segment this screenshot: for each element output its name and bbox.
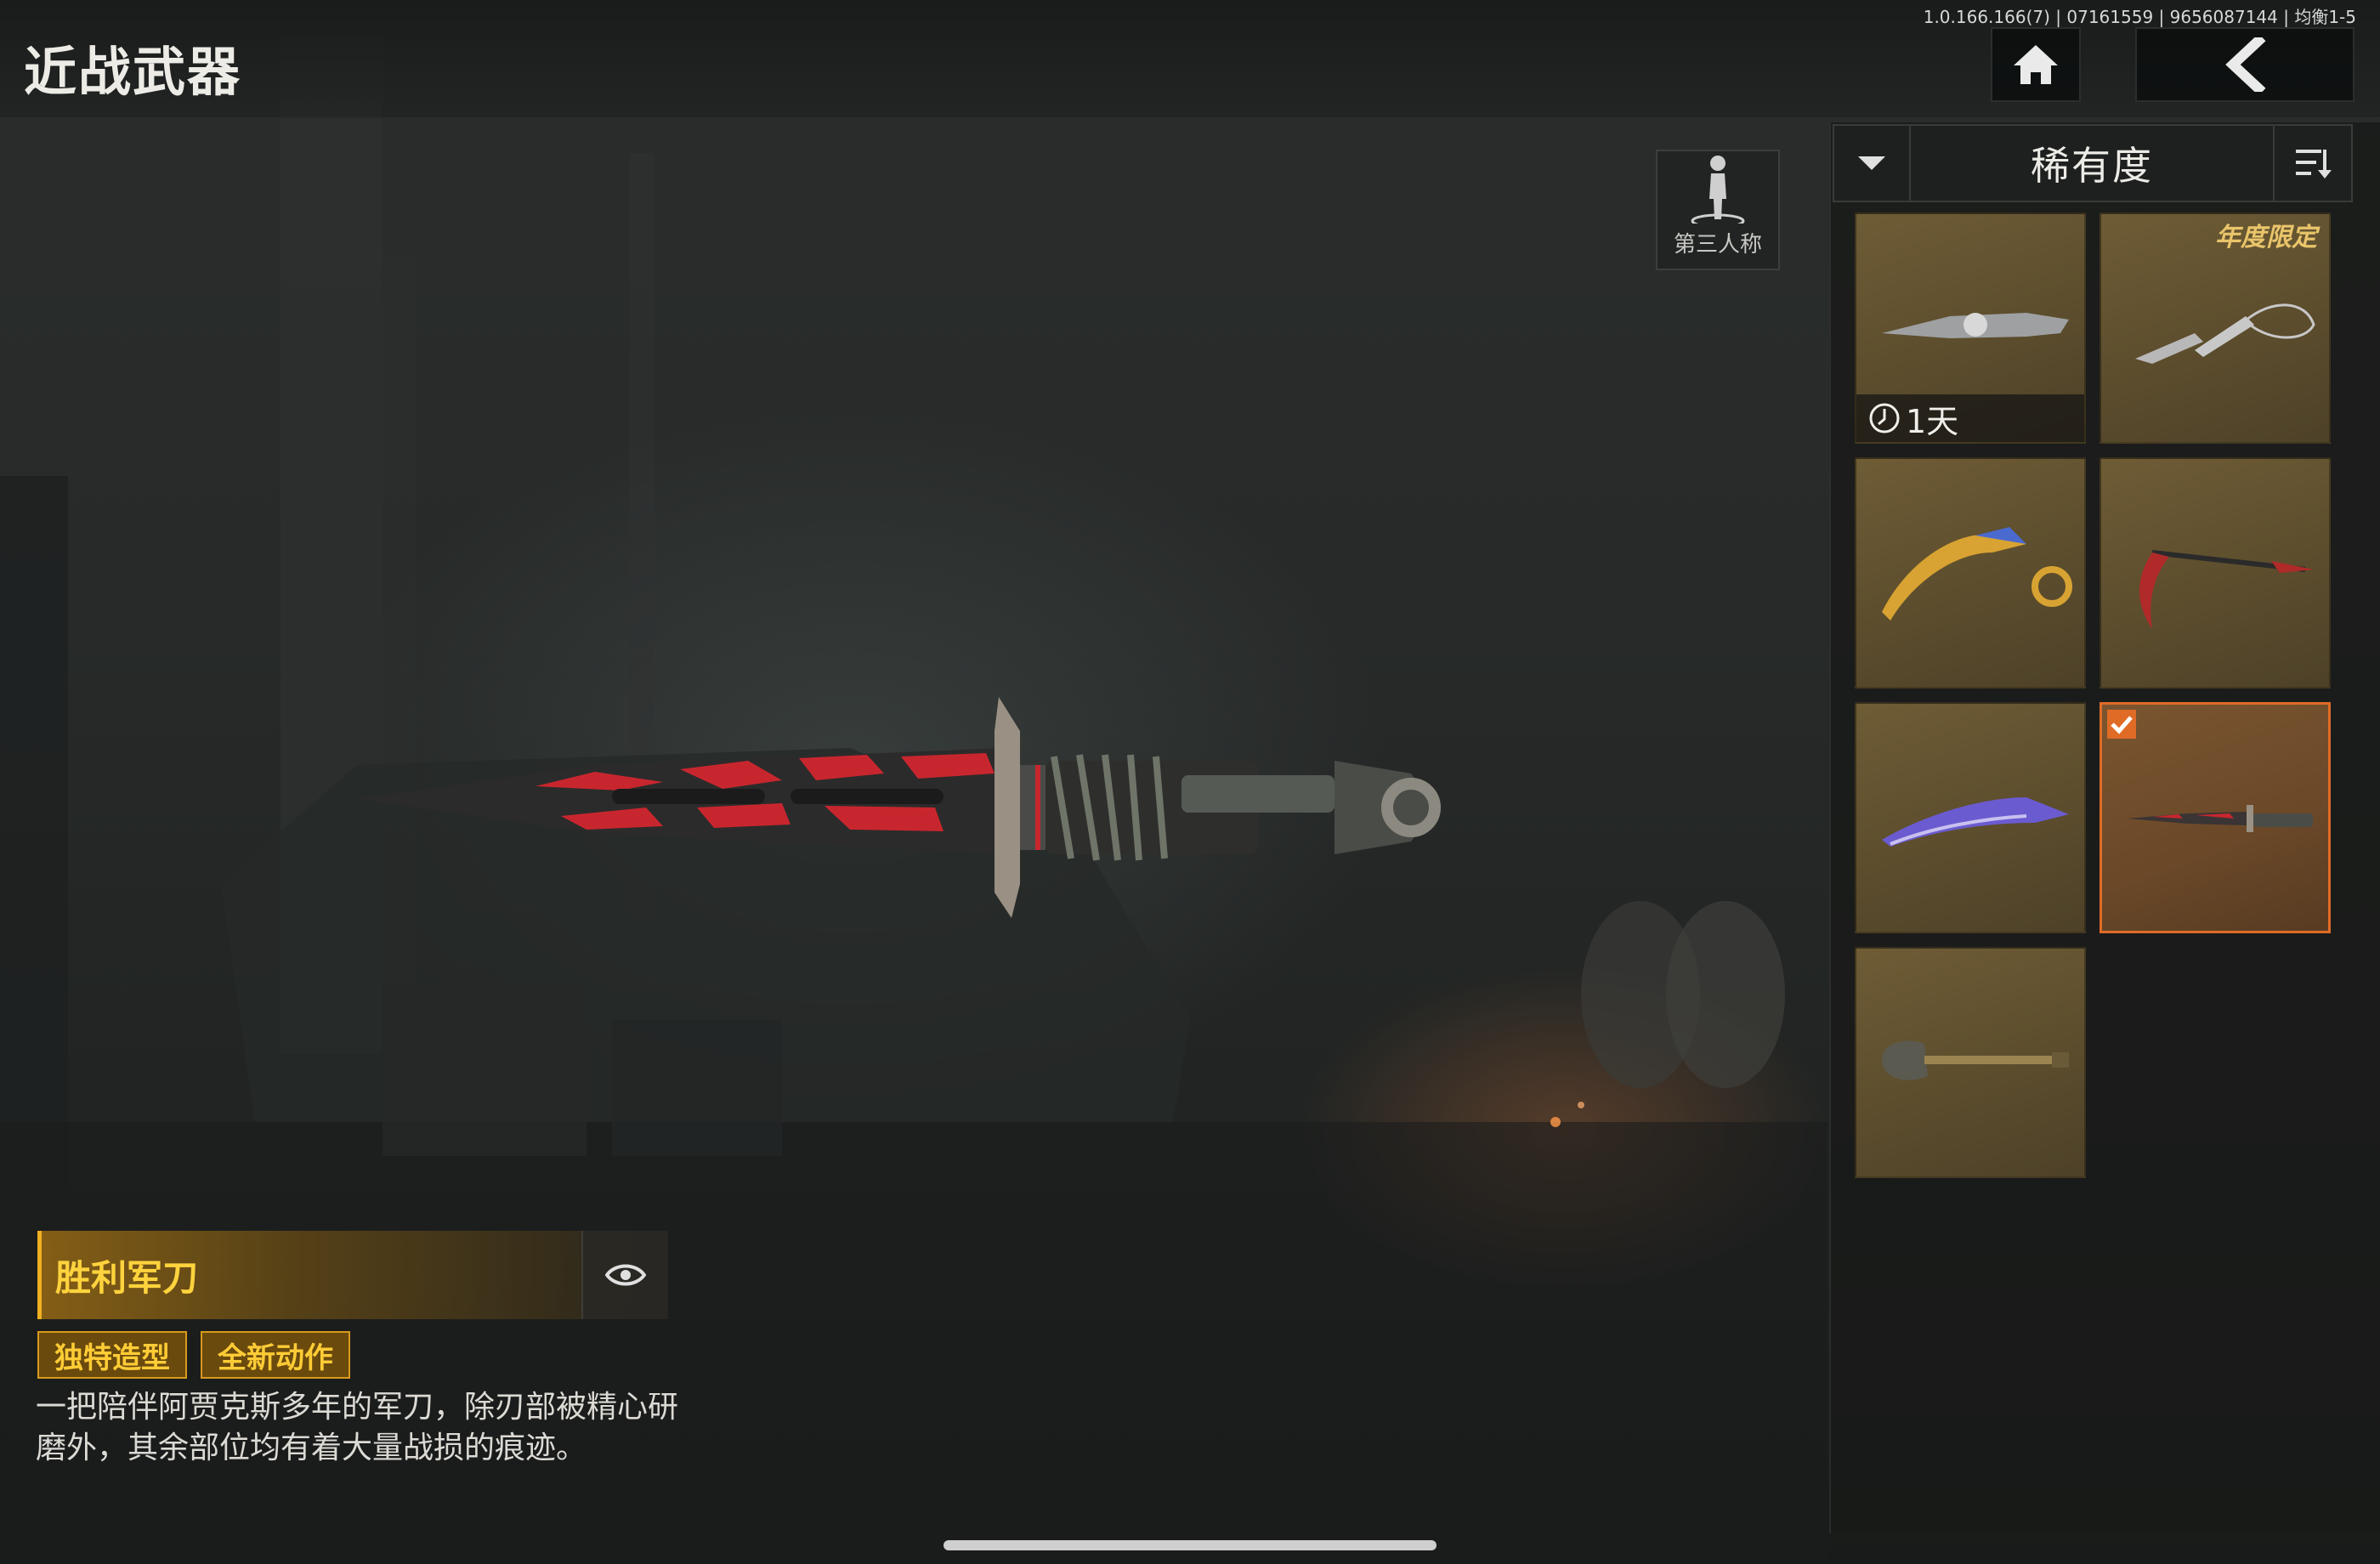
chain-blades-icon (2135, 303, 2315, 364)
skin-tile[interactable]: 1天 (1855, 212, 2086, 444)
purple-kukri-icon (1882, 797, 2069, 847)
skin-tile[interactable] (1855, 947, 2086, 1178)
page-title: 近战武器 (24, 41, 242, 103)
tag-new-animation: 全新动作 (201, 1331, 350, 1379)
chevron-down-icon (1858, 156, 1885, 170)
timer-text: 1天 (1906, 402, 1959, 440)
skin-tile[interactable] (1855, 702, 2086, 933)
sort-dropdown-button[interactable] (1834, 126, 1911, 201)
tag-unique-shape: 独特造型 (37, 1331, 187, 1379)
sort-bar: 稀有度 (1833, 124, 2353, 202)
version-text: 1.0.166.166(7) | 07161559 | 9656087144 |… (1923, 7, 2356, 27)
skin-tile[interactable]: 年度限定 (2100, 212, 2331, 444)
sort-order-icon (2296, 150, 2332, 178)
home-button[interactable] (1991, 27, 2081, 102)
sort-label[interactable]: 稀有度 (1911, 126, 2273, 201)
rental-timer: 1天 (1856, 394, 2084, 442)
scythe-icon (2139, 550, 2314, 629)
home-indicator[interactable] (944, 1540, 1436, 1550)
victory-combat-knife-icon (2128, 805, 2313, 832)
top-bar: 近战武器 1.0.166.166(7) | 07161559 | 9656087… (0, 0, 2380, 119)
weapon-name: 胜利军刀 (55, 1256, 199, 1299)
skin-tile-selected[interactable] (2100, 702, 2331, 933)
weapon-name-bar: 胜利军刀 (37, 1231, 668, 1319)
preview-button[interactable] (581, 1231, 668, 1319)
weapon-tags: 独特造型 全新动作 (37, 1331, 350, 1379)
third-person-view-button[interactable]: 第三人称 (1656, 150, 1780, 270)
karambit-gold-icon (1882, 527, 2072, 620)
sort-order-button[interactable] (2273, 126, 2351, 201)
weapon-description: 一把陪伴阿贾克斯多年的军刀，除刃部被精心研磨外，其余部位均有着大量战损的痕迹。 (36, 1390, 679, 1465)
home-icon (2014, 45, 2058, 84)
clock-icon (1869, 403, 1900, 434)
back-button[interactable] (2135, 27, 2354, 102)
weapon-preview[interactable] (340, 680, 1479, 935)
skin-tile[interactable] (1855, 457, 2086, 688)
person-icon (1691, 156, 1745, 224)
chevron-left-icon (2225, 37, 2266, 92)
eye-icon (605, 1264, 646, 1286)
skin-tile[interactable] (2100, 457, 2331, 688)
shovel-icon (1882, 1040, 2069, 1080)
view-mode-label: 第三人称 (1673, 232, 1762, 258)
